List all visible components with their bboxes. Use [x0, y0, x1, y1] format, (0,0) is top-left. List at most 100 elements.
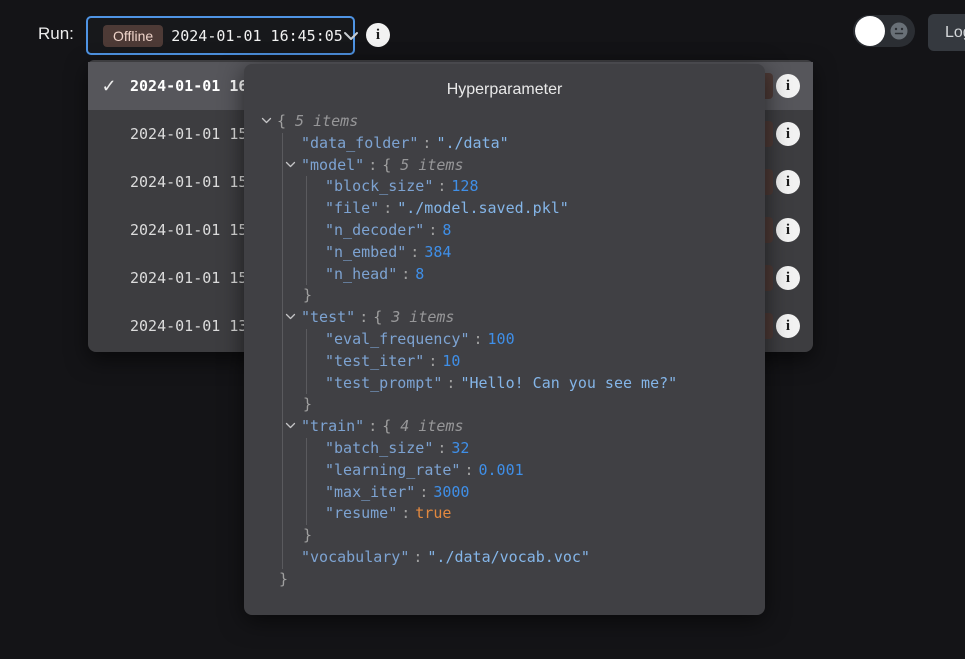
hyperparameter-popover: Hyperparameter {5 items"data_folder":"./… — [244, 64, 765, 615]
json-object-line: "train":{4 items — [285, 416, 749, 438]
json-number-value: 32 — [451, 439, 469, 457]
json-close-brace: } — [303, 285, 749, 307]
caret-down-icon[interactable] — [261, 111, 277, 133]
json-property-line: "n_decoder":8 — [325, 220, 749, 242]
json-token: : — [401, 265, 410, 283]
list-item-label: 2024-01-01 15 — [130, 173, 247, 191]
list-item-label: 2024-01-01 15 — [130, 269, 247, 287]
json-token: : — [428, 352, 437, 370]
json-property-line: "test_prompt": "Hello! Can you see me?" — [325, 373, 749, 395]
json-key: "block_size" — [325, 177, 433, 195]
offline-badge: Offline — [103, 25, 163, 47]
json-number-value: 8 — [415, 265, 424, 283]
json-key: "test_iter" — [325, 352, 424, 370]
json-token: : — [410, 243, 419, 261]
json-key: "n_head" — [325, 265, 397, 283]
json-token: { — [277, 112, 286, 130]
json-token: } — [303, 286, 312, 304]
json-string-value: "Hello! Can you see me?" — [460, 374, 677, 392]
json-items-count: 5 items — [400, 156, 463, 174]
json-string-value: "./model.saved.pkl" — [397, 199, 569, 217]
caret-down-icon[interactable] — [285, 416, 301, 438]
json-property-line: "n_embed":384 — [325, 242, 749, 264]
json-number-value: 8 — [442, 221, 451, 239]
json-token: : — [437, 177, 446, 195]
json-property-line: "data_folder":"./data" — [301, 133, 749, 155]
json-key: "data_folder" — [301, 134, 418, 152]
run-label: Run: — [38, 24, 74, 44]
json-property-line: "vocabulary":"./data/vocab.voc" — [301, 547, 749, 569]
json-token: : — [368, 417, 377, 435]
json-items-count: 3 items — [391, 308, 454, 326]
popover-title: Hyperparameter — [244, 64, 765, 99]
json-key: "vocabulary" — [301, 548, 409, 566]
json-children: "batch_size":32"learning_rate":0.001"max… — [306, 438, 749, 525]
json-key: "train" — [301, 417, 364, 435]
json-close-brace: } — [279, 569, 749, 591]
list-item-label: 2024-01-01 15 — [130, 125, 247, 143]
list-item-label: 2024-01-01 13 — [130, 317, 247, 335]
check-icon: ✓ — [100, 76, 118, 97]
json-property-line: "max_iter":3000 — [325, 482, 749, 504]
json-items-count: 5 items — [295, 112, 358, 130]
caret-down-icon[interactable] — [285, 155, 301, 177]
json-property-line: "file":"./model.saved.pkl" — [325, 198, 749, 220]
json-close-brace: } — [303, 394, 749, 416]
json-token: : — [437, 439, 446, 457]
list-item-info-button info-icon[interactable]: i — [776, 314, 800, 338]
json-key: "resume" — [325, 504, 397, 522]
list-item-info-button info-icon[interactable]: i — [776, 122, 800, 146]
json-number-value: 384 — [424, 243, 451, 261]
json-children: "data_folder":"./data""model":{5 items"b… — [282, 133, 749, 569]
json-key: "n_decoder" — [325, 221, 424, 239]
json-token: : — [446, 374, 455, 392]
json-number-value: 128 — [451, 177, 478, 195]
run-info-button info-icon[interactable]: i — [366, 23, 390, 47]
json-key: "batch_size" — [325, 439, 433, 457]
json-object-line: "model":{5 items — [285, 155, 749, 177]
toggle-knob — [855, 16, 885, 46]
log-button[interactable]: Log — [928, 14, 965, 51]
theme-toggle[interactable] — [853, 15, 915, 47]
json-token: { — [382, 156, 391, 174]
chevron-down-icon — [343, 31, 359, 41]
list-item-info-button info-icon[interactable]: i — [776, 218, 800, 242]
json-key: "test_prompt" — [325, 374, 442, 392]
json-token: : — [368, 156, 377, 174]
json-token: : — [428, 221, 437, 239]
json-number-value: 10 — [442, 352, 460, 370]
json-property-line: "learning_rate":0.001 — [325, 460, 749, 482]
json-key: "learning_rate" — [325, 461, 460, 479]
list-item-info-button info-icon[interactable]: i — [776, 170, 800, 194]
json-token: : — [413, 548, 422, 566]
json-key: "eval_frequency" — [325, 330, 470, 348]
json-token: { — [373, 308, 382, 326]
json-token: { — [382, 417, 391, 435]
run-select[interactable]: Offline 2024-01-01 16:45:05 — [86, 16, 355, 55]
smiley-icon — [889, 21, 909, 46]
json-token: : — [464, 461, 473, 479]
json-token: : — [383, 199, 392, 217]
json-key: "max_iter" — [325, 483, 415, 501]
json-object-line: "test": {3 items — [285, 307, 749, 329]
json-children: "block_size":128"file":"./model.saved.pk… — [306, 176, 749, 285]
json-tree: {5 items"data_folder":"./data""model":{5… — [244, 99, 765, 591]
list-item-label: 2024-01-01 15 — [130, 221, 247, 239]
json-token: : — [401, 504, 410, 522]
json-token: } — [279, 570, 288, 588]
list-item-info-button info-icon[interactable]: i — [776, 266, 800, 290]
run-select-value: 2024-01-01 16:45:05 — [171, 27, 343, 45]
json-property-line: "batch_size":32 — [325, 438, 749, 460]
json-token: } — [303, 526, 312, 544]
json-object-line: {5 items — [261, 111, 749, 133]
json-bool-value: true — [415, 504, 451, 522]
json-number-value: 100 — [488, 330, 515, 348]
json-property-line: "n_head":8 — [325, 264, 749, 286]
json-key: "test" — [301, 308, 355, 326]
list-item-info-button info-icon[interactable]: i — [776, 74, 800, 98]
json-close-brace: } — [303, 525, 749, 547]
json-children: "eval_frequency":100"test_iter":10"test_… — [306, 329, 749, 394]
caret-down-icon[interactable] — [285, 307, 301, 329]
json-token: : — [359, 308, 368, 326]
json-token: : — [419, 483, 428, 501]
